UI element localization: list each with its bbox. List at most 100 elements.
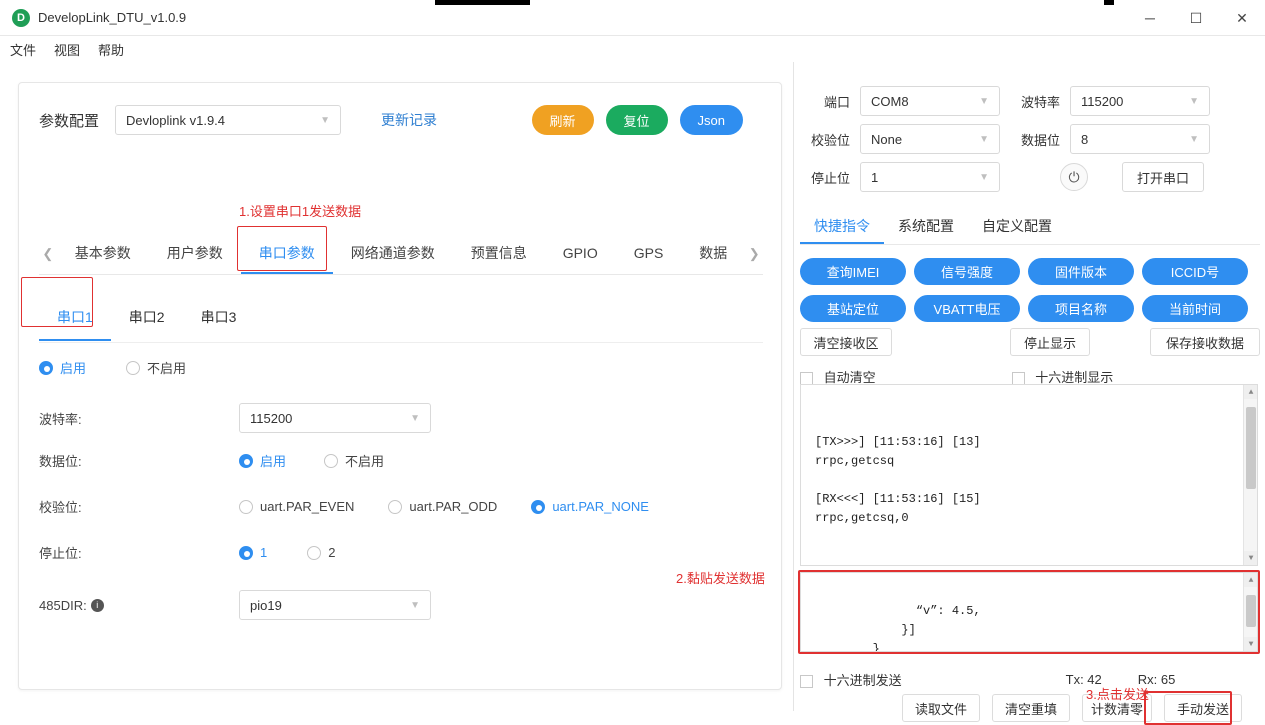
annotation-step-3: 3.点击发送 [1086,687,1149,702]
tab-user-params[interactable]: 用户参数 [149,233,241,274]
quick-btn-query-imei[interactable]: 查询IMEI [800,258,906,285]
stopbits-1-label: 1 [260,545,268,560]
send-options-row: 十六进制发送 Tx: 42 Rx: 65 [800,670,1260,689]
tab-network-channel-params[interactable]: 网络通道参数 [333,233,453,274]
quick-btn-signal-strength[interactable]: 信号强度 [914,258,1020,285]
serial-row-port: 端口 COM8 ▼ 波特率 115200 ▼ [794,86,1265,116]
receive-text: [TX>>>] [11:53:16] [13] rrpc,getcsq [RX<… [815,435,981,525]
tab-preset-info[interactable]: 预置信息 [453,233,545,274]
rtab-system-config[interactable]: 系统配置 [884,209,968,244]
radio-enable[interactable]: 启用 [39,358,86,377]
highlight-box-serial-1-subtab [21,277,93,327]
dir485-select[interactable]: pio19 ▼ [239,590,431,620]
baudrate-label: 波特率: [39,411,82,427]
databits-radio-enable[interactable]: 启用 [239,451,286,470]
stopbits-radio-1[interactable]: 1 [239,545,267,560]
scroll-up-icon[interactable]: ▲ [1244,385,1257,399]
info-icon[interactable]: i [90,598,104,612]
rtab-quick-commands[interactable]: 快捷指令 [800,209,884,244]
reset-button[interactable]: 复位 [605,105,668,135]
title-bar-accent [435,0,530,5]
close-icon[interactable]: ✕ [1219,0,1265,36]
parity-even-dot [239,499,253,514]
stopbits-radio-2[interactable]: 2 [307,545,335,560]
tab-data[interactable]: 数据 [681,233,745,274]
subtab-serial-2[interactable]: 串口2 [111,295,183,339]
databits-radio-disable[interactable]: 不启用 [324,451,384,470]
highlight-box-manual-send [1144,691,1232,725]
port-select[interactable]: COM8 ▼ [860,86,1000,116]
hex-send-label: 十六进制发送 [823,673,902,688]
parity-radio-none[interactable]: uart.PAR_NONE [531,499,649,514]
power-icon[interactable]: ⏻ [1060,163,1088,191]
parity-right-label: 校验位 [810,132,850,148]
maximize-icon[interactable]: ☐ [1173,0,1219,36]
window-controls: ─ ☐ ✕ [1127,0,1265,36]
menu-item-view[interactable]: 视图 [54,40,80,59]
baudrate-select[interactable]: 115200 ▼ [239,403,431,433]
quick-btn-firmware-version[interactable]: 固件版本 [1028,258,1134,285]
quick-btn-base-station[interactable]: 基站定位 [800,295,906,322]
radio-disable-dot [126,360,141,375]
parity-none-dot [531,499,546,514]
open-port-button[interactable]: 打开串口 [1122,162,1205,192]
rtab-custom-config[interactable]: 自定义配置 [968,209,1066,244]
stopbits-right-select[interactable]: 1 ▼ [860,162,1000,192]
right-tab-bar: 快捷指令 系统配置 自定义配置 [800,209,1260,245]
menu-bar: 文件 视图 帮助 [0,36,1265,62]
quick-btn-iccid[interactable]: ICCID号 [1142,258,1248,285]
parameter-config-card: 参数配置 Devloplink v1.9.4 ▼ 更新记录 刷新 复位 Json… [18,82,782,690]
tab-gpio[interactable]: GPIO [545,233,616,274]
annotation-step-1: 1.设置串口1发送数据 [239,204,362,219]
radio-disable-label: 不启用 [147,361,187,376]
clear-receive-button[interactable]: 清空接收区 [800,328,892,356]
parity-none-label: uart.PAR_NONE [552,499,649,514]
parity-odd-label: uart.PAR_ODD [409,499,498,514]
receive-textarea[interactable]: [TX>>>] [11:53:16] [13] rrpc,getcsq [RX<… [800,384,1258,566]
json-button[interactable]: Json [679,105,743,135]
minimize-icon[interactable]: ─ [1127,0,1173,36]
field-baudrate: 波特率: 115200 ▼ [39,403,431,433]
update-record-link[interactable]: 更新记录 [381,110,437,130]
parity-label: 校验位: [39,500,82,515]
save-receive-button[interactable]: 保存接收数据 [1150,328,1260,356]
subtab-serial-3[interactable]: 串口3 [183,295,255,339]
field-485dir: 485DIR: i pio19 ▼ [39,590,431,620]
quick-btn-vbatt[interactable]: VBATT电压 [914,295,1020,322]
databits-enable-dot [239,453,253,468]
baudrate-right-select[interactable]: 115200 ▼ [1070,86,1210,116]
card-header: 参数配置 Devloplink v1.9.4 ▼ 更新记录 刷新 复位 Json [19,83,781,135]
receive-scroll-thumb[interactable] [1246,407,1256,489]
refresh-button[interactable]: 刷新 [531,105,594,135]
version-select-value: Devloplink v1.9.4 [126,112,226,128]
quick-btn-current-time[interactable]: 当前时间 [1142,295,1248,322]
baudrate-value: 115200 [250,410,293,426]
databits-disable-dot [324,453,339,468]
parity-right-select[interactable]: None ▼ [860,124,1000,154]
scroll-down-icon[interactable]: ▼ [1244,551,1257,565]
tab-gps[interactable]: GPS [616,233,682,274]
version-select[interactable]: Devloplink v1.9.4 ▼ [115,105,342,135]
read-file-button[interactable]: 读取文件 [902,694,980,722]
serial-row-parity: 校验位 None ▼ 数据位 8 ▼ [794,124,1265,154]
tabs-scroll-left-icon[interactable]: ❮ [39,246,57,262]
port-label: 端口 [823,94,850,110]
tab-bar: ❮ 基本参数 用户参数 串口参数 网络通道参数 预置信息 GPIO GPS 数据… [39,233,763,275]
menu-item-help[interactable]: 帮助 [98,40,124,59]
field-stopbits: 停止位: 1 2 [39,543,335,562]
radio-disable[interactable]: 不启用 [126,358,186,377]
quick-btn-project-name[interactable]: 项目名称 [1028,295,1134,322]
parity-radio-even[interactable]: uart.PAR_EVEN [239,499,354,514]
databits-right-select[interactable]: 8 ▼ [1070,124,1210,154]
menu-item-file[interactable]: 文件 [10,40,36,59]
parity-radio-odd[interactable]: uart.PAR_ODD [388,499,497,514]
hex-send-checkbox[interactable]: 十六进制发送 [800,670,902,689]
dir485-label: 485DIR: [39,597,87,613]
parity-odd-dot [388,499,403,514]
tabs-scroll-right-icon[interactable]: ❯ [745,246,763,262]
chevron-down-icon: ▼ [1189,95,1199,107]
stop-display-button[interactable]: 停止显示 [1010,328,1090,356]
tab-basic-params[interactable]: 基本参数 [57,233,149,274]
clear-refill-button[interactable]: 清空重填 [992,694,1070,722]
receive-scrollbar[interactable]: ▲ ▼ [1243,385,1257,565]
